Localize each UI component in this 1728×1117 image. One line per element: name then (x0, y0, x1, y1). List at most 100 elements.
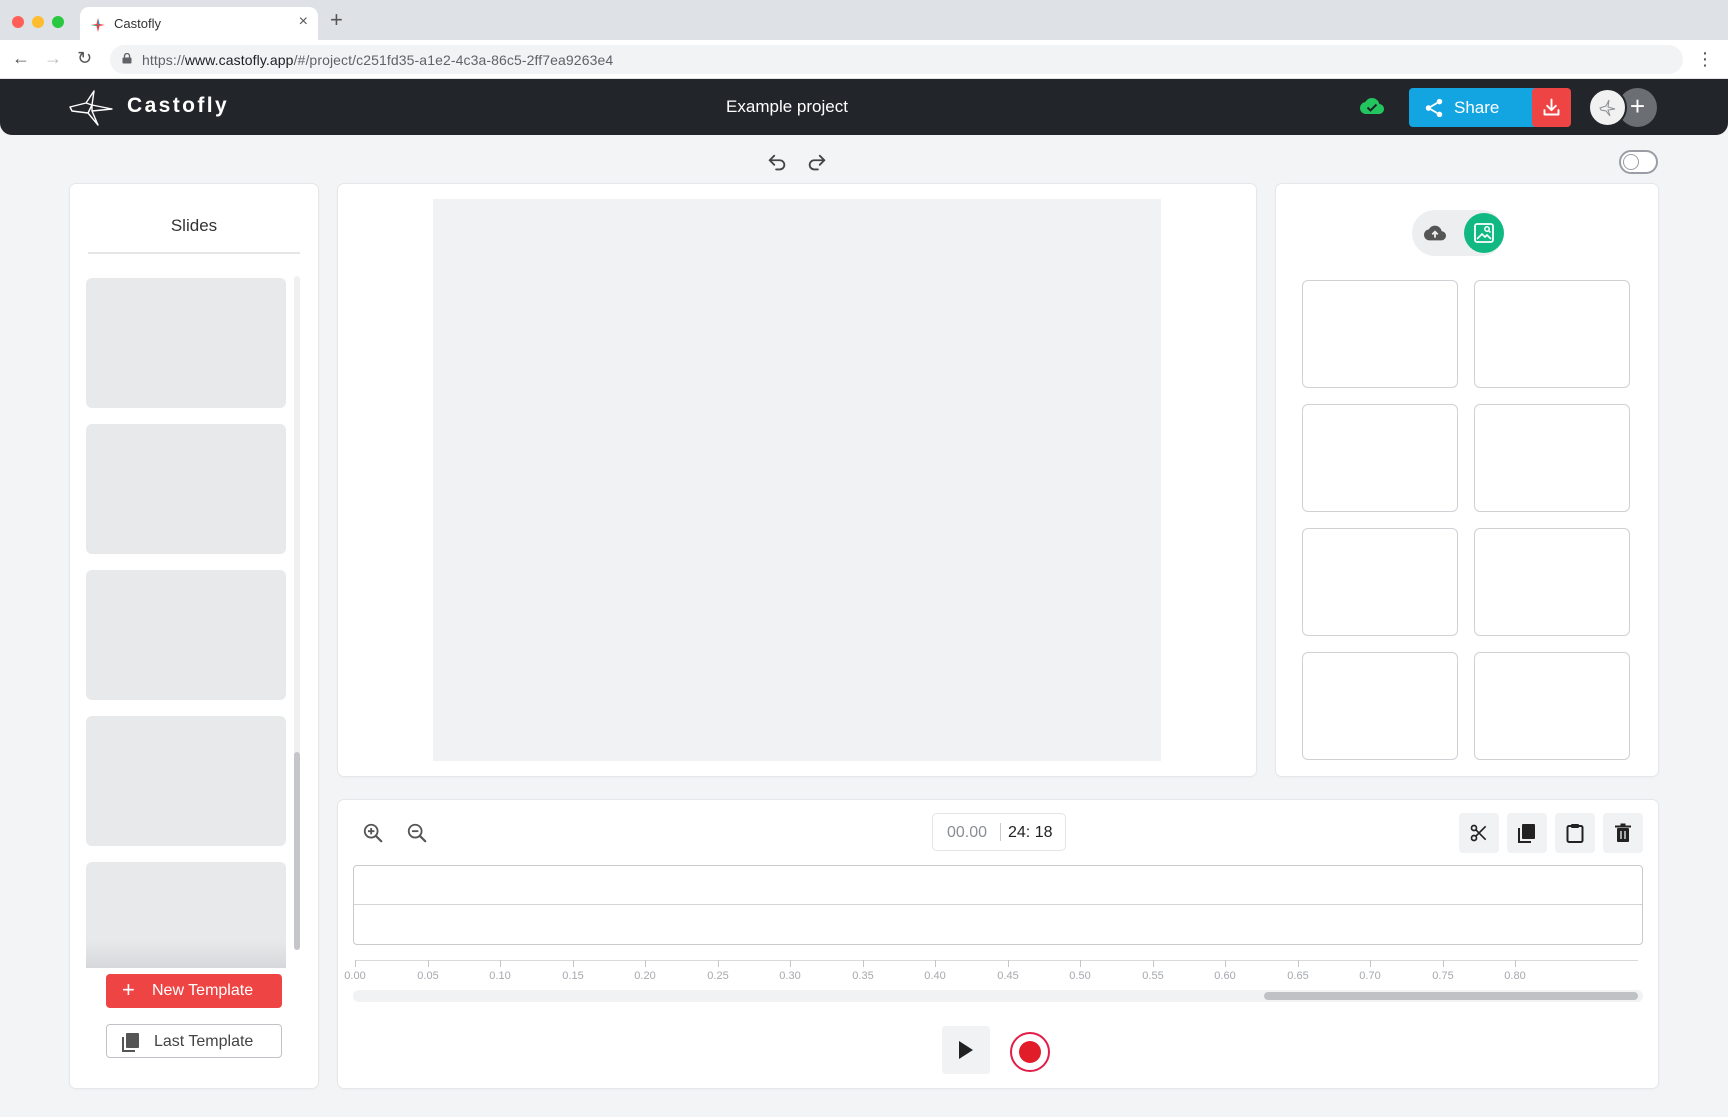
media-tile[interactable] (1302, 528, 1458, 636)
ruler-baseline (355, 960, 1638, 961)
castofly-favicon-icon (91, 18, 105, 32)
maximize-window-button[interactable] (52, 16, 64, 28)
slides-scrollbar-thumb[interactable] (294, 752, 300, 950)
slides-title: Slides (170, 216, 218, 235)
close-tab-icon[interactable]: × (299, 13, 308, 31)
new-template-label: New Template (152, 982, 254, 999)
share-button[interactable]: Share (1409, 88, 1546, 127)
browser-menu-icon[interactable]: ⋮ (1696, 49, 1714, 70)
play-button[interactable] (942, 1026, 990, 1074)
ruler-tick-label: 0.00 (344, 970, 366, 982)
toggle-knob (1623, 154, 1639, 170)
record-button[interactable] (1010, 1032, 1050, 1072)
last-template-button[interactable]: Last Template (106, 1024, 282, 1058)
ruler-tick (1008, 960, 1009, 967)
lock-icon (122, 53, 132, 64)
undo-icon[interactable] (766, 152, 788, 174)
slide-canvas[interactable] (433, 199, 1161, 761)
slide-thumbnail[interactable] (86, 570, 286, 700)
tab-title: Castofly (114, 16, 161, 31)
browser-tab-bar: Castofly × + (0, 0, 1728, 40)
ruler-tick (790, 960, 791, 967)
upload-cloud-icon[interactable] (1424, 222, 1446, 244)
share-label: Share (1454, 98, 1500, 117)
browser-tab[interactable]: Castofly × (80, 7, 318, 40)
ruler-tick-label: 0.10 (489, 970, 511, 982)
new-template-button[interactable]: + New Template (106, 974, 282, 1008)
ruler-tick (1443, 960, 1444, 967)
forward-arrow-icon[interactable]: → (44, 48, 62, 69)
record-icon (1019, 1041, 1041, 1063)
ruler-tick-label: 0.75 (1432, 970, 1454, 982)
ruler-tick-label: 0.80 (1504, 970, 1526, 982)
paste-button[interactable] (1555, 813, 1595, 853)
slide-thumbnail[interactable] (86, 424, 286, 554)
zoom-out-icon[interactable] (406, 822, 428, 844)
url-path: /#/project/c251fd35-a1e2-4c3a-86c5-2ff7e… (293, 52, 614, 68)
canvas-panel (338, 184, 1256, 776)
slide-thumbnail[interactable] (86, 716, 286, 846)
copy-document-icon (122, 1033, 139, 1052)
ruler-tick (1370, 960, 1371, 967)
time-display: 00.00 24: 18 (932, 813, 1066, 851)
ruler-tick-label: 0.30 (779, 970, 801, 982)
browser-toolbar: ← → ↻ https://www.castofly.app/#/project… (0, 40, 1728, 79)
zoom-in-icon[interactable] (362, 822, 384, 844)
ruler-tick (355, 960, 356, 967)
copy-button[interactable] (1507, 813, 1547, 853)
media-tile[interactable] (1302, 652, 1458, 760)
url-text: https://www.castofly.app/#/project/c251f… (142, 52, 613, 68)
url-host: www.castofly.app (184, 52, 294, 68)
media-tile[interactable] (1474, 652, 1630, 760)
time-separator (1000, 823, 1001, 841)
track-divider (354, 904, 1642, 905)
url-scheme: https:// (142, 52, 185, 68)
reload-icon[interactable]: ↻ (77, 48, 92, 69)
cut-button[interactable] (1459, 813, 1499, 853)
slides-list (86, 278, 286, 968)
redo-icon[interactable] (806, 152, 828, 174)
close-window-button[interactable] (12, 16, 24, 28)
minimize-window-button[interactable] (32, 16, 44, 28)
brand-name[interactable]: Castofly (127, 94, 229, 118)
media-tile[interactable] (1302, 280, 1458, 388)
address-bar[interactable]: https://www.castofly.app/#/project/c251f… (110, 45, 1683, 74)
play-icon (959, 1041, 973, 1059)
ruler-tick-label: 0.50 (1069, 970, 1091, 982)
ruler-tick-label: 0.20 (634, 970, 656, 982)
copy-icon (1518, 824, 1535, 843)
media-tile[interactable] (1474, 528, 1630, 636)
timeline-scrollbar-thumb[interactable] (1264, 992, 1638, 1000)
project-title[interactable]: Example project (660, 97, 914, 117)
slide-thumbnail[interactable] (86, 862, 286, 968)
castofly-logo-icon (69, 90, 113, 126)
ruler-tick-label: 0.15 (562, 970, 584, 982)
trash-icon (1615, 823, 1631, 842)
cloud-check-icon (1360, 98, 1384, 114)
ruler-tick (718, 960, 719, 967)
user-avatar[interactable] (1588, 88, 1627, 127)
ruler-tick-label: 0.40 (924, 970, 946, 982)
ruler-tick-label: 0.70 (1359, 970, 1381, 982)
timeline-panel: 00.00 24: 18 0.00 0.05 0.10 0.15 0.20 0.… (338, 800, 1658, 1088)
back-arrow-icon[interactable]: ← (12, 48, 30, 69)
new-tab-button[interactable]: + (330, 9, 343, 31)
media-tile[interactable] (1302, 404, 1458, 512)
media-panel (1276, 184, 1658, 776)
media-tile[interactable] (1474, 404, 1630, 512)
download-icon (1543, 98, 1560, 116)
image-library-button[interactable] (1464, 213, 1504, 253)
share-icon (1425, 98, 1443, 118)
ruler-tick (645, 960, 646, 967)
download-button[interactable] (1532, 88, 1571, 127)
view-mode-toggle[interactable] (1619, 150, 1658, 174)
ruler-tick-label: 0.55 (1142, 970, 1164, 982)
ruler-tick-label: 0.60 (1214, 970, 1236, 982)
timeline-track[interactable] (353, 865, 1643, 945)
media-tile[interactable] (1474, 280, 1630, 388)
delete-button[interactable] (1603, 813, 1643, 853)
ruler-tick-label: 0.65 (1287, 970, 1309, 982)
ruler-tick-label: 0.35 (852, 970, 874, 982)
slides-divider (88, 252, 300, 254)
slide-thumbnail[interactable] (86, 278, 286, 408)
